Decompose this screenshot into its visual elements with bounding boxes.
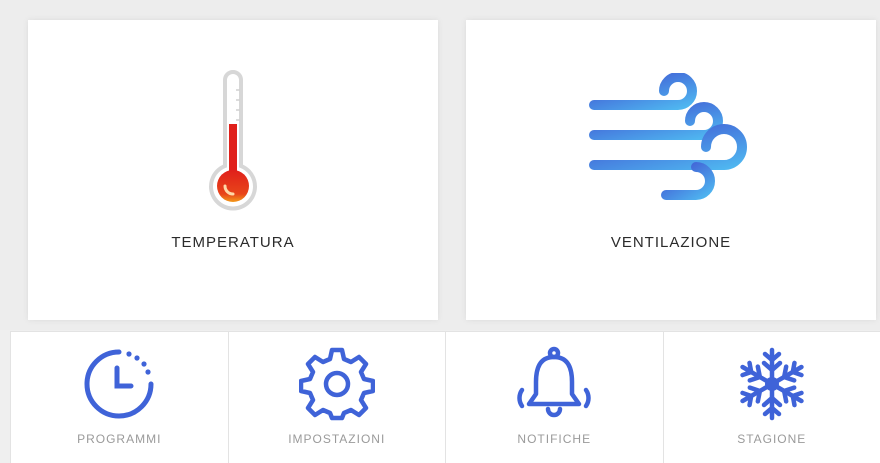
tile-label-programmi: PROGRAMMI xyxy=(77,432,162,446)
main-cards-row: TEMPERATURA VENTILAZIONE xyxy=(0,0,880,330)
thermometer-icon xyxy=(28,68,438,218)
snowflake-icon xyxy=(664,346,880,422)
tile-label-stagione: STAGIONE xyxy=(737,432,807,446)
temperature-card[interactable]: TEMPERATURA xyxy=(28,20,438,320)
ventilation-card[interactable]: VENTILAZIONE xyxy=(466,20,876,320)
tile-label-impostazioni: IMPOSTAZIONI xyxy=(288,432,386,446)
shortcut-tiles-row: PROGRAMMI IMPOSTAZIONI NOTIFICHE STAGION… xyxy=(10,331,880,463)
gear-icon xyxy=(229,346,446,422)
tile-stagione[interactable]: STAGIONE xyxy=(662,331,880,463)
tile-notifiche[interactable]: NOTIFICHE xyxy=(445,331,663,463)
tile-impostazioni[interactable]: IMPOSTAZIONI xyxy=(227,331,446,463)
clock-icon xyxy=(11,346,228,422)
tile-programmi[interactable]: PROGRAMMI xyxy=(10,331,228,463)
bell-icon xyxy=(446,346,663,422)
tile-label-notifiche: NOTIFICHE xyxy=(517,432,592,446)
home-screen: TEMPERATURA VENTILAZIONE PROGRAMMI IMPOS… xyxy=(0,0,880,463)
ventilation-label: VENTILAZIONE xyxy=(610,234,732,251)
temperature-label: TEMPERATURA xyxy=(171,234,295,251)
wind-icon xyxy=(466,68,876,218)
